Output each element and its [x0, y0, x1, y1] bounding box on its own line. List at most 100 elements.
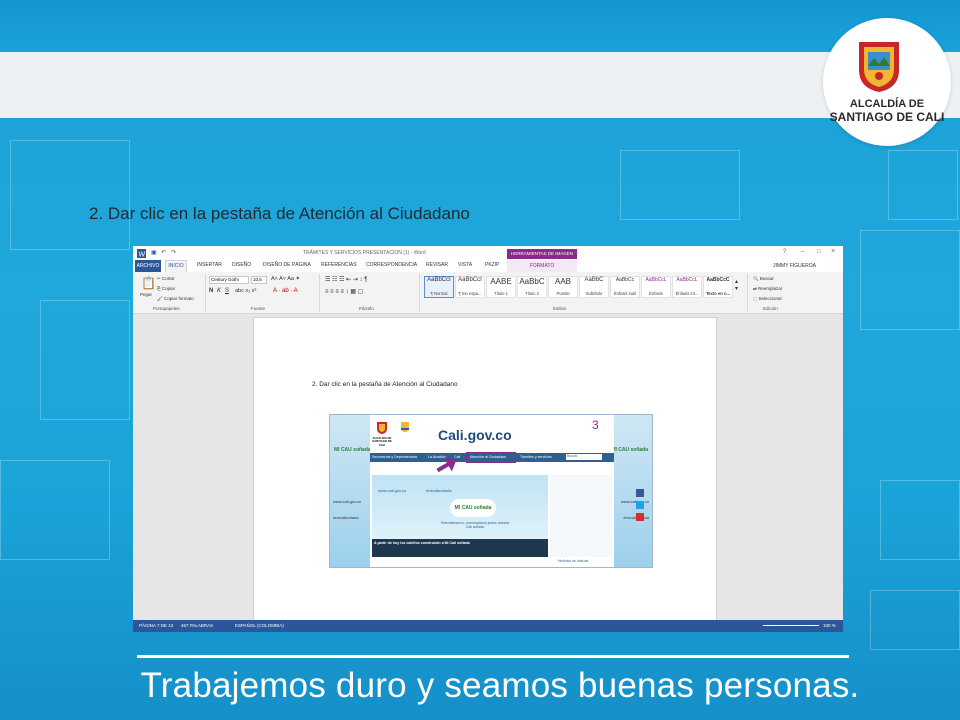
tab-diseno-pagina[interactable]: DISEÑO DE PÁGINA [263, 262, 311, 268]
style-preview: AAB [554, 277, 571, 286]
decor-square [620, 150, 740, 220]
find-label: Buscar [759, 276, 774, 281]
style-name: Texto en n... [705, 291, 731, 296]
style-enfasis-sutil[interactable]: AaBbCc Énfasis sutil [610, 276, 640, 298]
style-sin-espaciado[interactable]: AaBbCcI ¶ Sin espa... [455, 276, 485, 298]
paste-button[interactable]: Pegar [140, 292, 152, 297]
slogan: Trabajemos duro y seamos buenas personas… [140, 666, 860, 705]
style-puesto[interactable]: AAB Puesto [548, 276, 578, 298]
status-page[interactable]: PÁGINA 7 DE 13 [139, 623, 173, 628]
tab-formato[interactable]: FORMATO [507, 260, 577, 272]
font-name-select[interactable]: Century Gothi [209, 276, 249, 284]
status-zoom[interactable]: 100 % [823, 623, 836, 628]
font-size-select[interactable]: 10,5 [251, 276, 267, 284]
paste-icon[interactable]: 📋 [141, 276, 156, 290]
save-icon[interactable]: ▣ [151, 249, 157, 256]
style-subtitulo[interactable]: AaBbC Subtítulo [579, 276, 609, 298]
close-icon[interactable]: × [831, 248, 835, 255]
history-link[interactable]: Histórico de noticias [558, 559, 588, 563]
style-preview: AABE [490, 277, 512, 286]
style-preview: AaBbCcI [427, 277, 451, 283]
undo-icon[interactable]: ↶ [161, 249, 166, 256]
styles-more-icon[interactable]: ▴ ▾ [735, 278, 738, 292]
tab-correspondencia[interactable]: CORRESPONDENCIA [366, 262, 417, 268]
picture-tools-label: HERRAMIENTAS DE IMAGEN [507, 249, 577, 259]
select-button[interactable]: ⬚ Seleccionar [753, 296, 782, 302]
font-color-icon[interactable]: A · ab · A [273, 288, 298, 294]
maximize-icon[interactable]: □ [817, 249, 821, 255]
instruction-text: 2. Dar clic en la pestaña de Atención al… [89, 204, 470, 223]
tab-inicio[interactable]: INICIO [165, 260, 187, 272]
style-preview: AaBbC [519, 277, 545, 286]
group-paragraph-label: Párrafo [359, 306, 374, 311]
side-hashtag-left: #micalisoñada [333, 515, 359, 520]
underline-button[interactable]: S [225, 288, 229, 294]
nav-atencion-ciudadano[interactable]: Atención al Ciudadano [470, 455, 506, 459]
style-preview: AaBbCcI [458, 277, 482, 283]
tab-pkzip[interactable]: PKZIP [485, 262, 499, 268]
cut-label: Cortar [162, 276, 175, 281]
style-enfasis-intenso[interactable]: AaBbCcL Énfasis int... [672, 276, 702, 298]
status-words[interactable]: 467 PALABRAS [181, 623, 213, 628]
hero-url: www.cali.gov.co [378, 488, 407, 493]
style-titulo-2[interactable]: AaBbC Título 2 [517, 276, 547, 298]
tab-revisar[interactable]: REVISAR [426, 262, 448, 268]
website-screenshot-image[interactable]: MI CAU soñada MI CAU soñada www.cali.gov… [329, 414, 653, 568]
mi-cali-left: MI CAU soñada [334, 447, 371, 453]
document-page[interactable]: 2. Dar clic en la pestaña de Atención al… [253, 317, 717, 627]
site-news-column [550, 475, 612, 557]
help-icon[interactable]: ? [783, 249, 786, 255]
style-enfasis[interactable]: AaBbCcL Énfasis [641, 276, 671, 298]
cut-button[interactable]: ✂ Cortar [157, 276, 175, 282]
style-preview: AaBbCcL [676, 277, 698, 283]
style-preview: AaBbCc [615, 277, 635, 283]
facebook-icon [636, 489, 644, 497]
site-search-input[interactable]: Buscar [566, 454, 602, 460]
user-name[interactable]: JIMMY FIGUEROA [773, 263, 816, 269]
style-preview: AaBbCcC [706, 277, 730, 283]
twitter-icon [636, 501, 644, 509]
group-styles-label: Estilos [553, 306, 567, 311]
top-strip [0, 0, 960, 52]
find-button[interactable]: 🔍 Buscar [753, 276, 774, 282]
style-titulo-1[interactable]: AABE Título 1 [486, 276, 516, 298]
ribbon-separator [419, 274, 420, 312]
style-normal[interactable]: AaBbCcI ¶ Normal [424, 276, 454, 298]
zoom-slider[interactable] [763, 625, 819, 626]
style-texto-negrita[interactable]: AaBbCcC Texto en n... [703, 276, 733, 298]
italic-button[interactable]: K [217, 288, 221, 294]
tab-vista[interactable]: VISTA [458, 262, 472, 268]
align-icons[interactable]: ≡ ≡ ≡ ≡ ↕ ▦ ▢ [325, 288, 363, 295]
copy-button[interactable]: ⎘ Copiar [157, 286, 175, 291]
format-painter-button[interactable]: 🖌 Copiar formato [157, 296, 194, 302]
tab-insertar[interactable]: INSERTAR [197, 262, 222, 268]
status-language[interactable]: ESPAÑOL (COLOMBIA) [235, 623, 284, 628]
side-banner-left [330, 415, 370, 567]
style-name: Énfasis [649, 291, 663, 296]
hero-hashtag: #micalisoñada [426, 488, 452, 493]
redo-icon[interactable]: ↷ [171, 249, 176, 256]
tab-archivo[interactable]: ARCHIVO [135, 260, 161, 272]
replace-label: Reemplazar [758, 286, 783, 291]
replace-button[interactable]: ⇄ Reemplazar [753, 286, 782, 292]
tab-diseno[interactable]: DISEÑO [232, 262, 251, 268]
strikethrough-icon[interactable]: abc x₂ x² [235, 288, 256, 294]
svg-text:W: W [139, 252, 146, 259]
style-name: ¶ Sin espa... [458, 291, 482, 296]
minimize-icon[interactable]: – [801, 249, 804, 255]
page-instruction-text: 2. Dar clic en la pestaña de Atención al… [312, 381, 458, 388]
nav-tramites[interactable]: Trámites y servicios [520, 455, 552, 459]
grow-font-icon[interactable]: A˄ A˅ Aa ✦ [271, 276, 300, 282]
hero-caption: Entendámonos, construyamos juntos nuestr… [440, 521, 510, 529]
bullets-icon[interactable]: ☰ ☷ ☲ ⇤ ⇥ ↕ ¶ [325, 276, 367, 283]
style-preview: AaBbCcL [645, 277, 667, 283]
bold-button[interactable]: N [209, 288, 213, 294]
ribbon-tabs: ARCHIVO INICIO INSERTAR DISEÑO DISEÑO DE… [133, 260, 843, 272]
side-url-right: www.cali.gov.co [620, 499, 649, 504]
hero-mi-cali: MI CAU soñada [450, 499, 496, 517]
tab-referencias[interactable]: REFERENCIAS [321, 262, 357, 268]
style-name: Título 2 [525, 291, 539, 296]
status-bar: PÁGINA 7 DE 13 467 PALABRAS ESPAÑOL (COL… [133, 620, 843, 632]
group-edit-label: Edición [763, 306, 778, 311]
nav-secretarias[interactable]: Secretarías y Dependencias [372, 455, 417, 459]
